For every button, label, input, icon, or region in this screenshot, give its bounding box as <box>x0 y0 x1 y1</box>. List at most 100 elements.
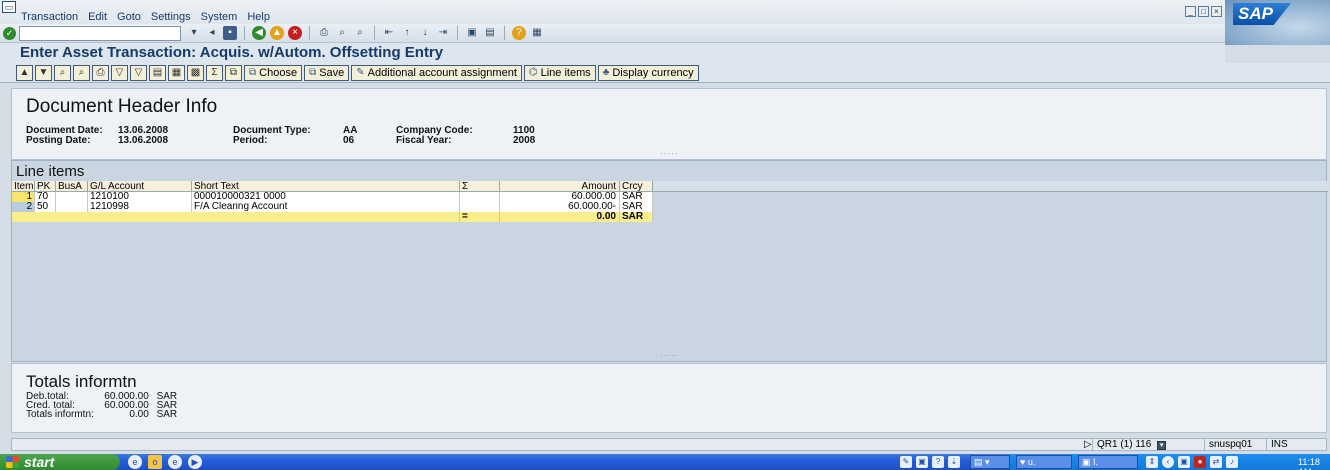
close-icon[interactable]: × <box>1211 6 1222 17</box>
tray-tool-icon[interactable]: ✎ <box>900 456 912 468</box>
ie-icon[interactable]: e <box>128 455 142 469</box>
tray-back-icon[interactable]: ‹ <box>1162 456 1174 468</box>
table-row[interactable]: 1 70 1210100 000010000321 0000 60.000.00… <box>12 192 653 202</box>
media-icon[interactable]: ▶ <box>188 455 202 469</box>
taskbar-task-sap[interactable]: ▤ ▾ <box>970 455 1010 469</box>
tray-clock: 11:18 AM <box>1298 457 1320 470</box>
crcy-cell: SAR <box>620 202 653 212</box>
col-sum-header[interactable]: Σ <box>460 181 500 192</box>
col-short-text-header[interactable]: Short Text <box>192 181 460 192</box>
task-2-icon: ▣ <box>1082 457 1091 467</box>
line-items-label: Line items <box>540 67 591 79</box>
filter-icon[interactable]: ▽ <box>111 65 128 81</box>
grid-settings-icon[interactable]: ▩ <box>187 65 204 81</box>
col-pk-header[interactable]: PK <box>35 181 56 192</box>
find-icon[interactable]: ⌕ <box>335 26 349 40</box>
col-amount-header[interactable]: Amount <box>500 181 620 192</box>
sum-icon[interactable]: Σ <box>206 65 223 81</box>
tray-pin-icon[interactable]: ⇣ <box>948 456 960 468</box>
minimize-icon[interactable]: _ <box>1185 6 1196 17</box>
total-label-cell <box>12 212 460 222</box>
taskbar-task-2[interactable]: ▣ I. <box>1078 455 1138 469</box>
details-icon[interactable]: ⌕ <box>54 65 71 81</box>
posting-date-value: 13.06.2008 <box>118 135 169 146</box>
tray-sap-icon[interactable]: ▣ <box>1178 456 1190 468</box>
tray-volume-icon[interactable]: ♪ <box>1226 456 1238 468</box>
tray-help-icon[interactable]: ? <box>932 456 944 468</box>
splitter-handle[interactable]: ····· <box>660 351 678 360</box>
posting-date-label: Posting Date: <box>26 135 91 146</box>
display-currency-button[interactable]: ♣ Display currency <box>597 65 699 81</box>
totals-title: Totals informtn <box>26 372 137 391</box>
col-crcy-header[interactable]: Crcy <box>620 181 653 192</box>
print-icon[interactable]: ⎙ <box>317 26 331 40</box>
command-dropdown-icon[interactable]: ▾ <box>187 26 201 40</box>
short-text-cell: 000010000321 0000 <box>192 192 460 202</box>
tray-network-icon[interactable]: ⇄ <box>1210 456 1222 468</box>
amount-cell: 60.000.00 <box>500 192 620 202</box>
history-icon[interactable]: ◂ <box>205 26 219 40</box>
status-bar: ▷ QR1 (1) 116 ▾ snuspq01 INS <box>11 438 1327 451</box>
command-field[interactable] <box>19 26 181 41</box>
layout-menu-icon[interactable]: ▦ <box>530 26 544 40</box>
scroll-down-icon[interactable]: ▼ <box>35 65 52 81</box>
start-label: start <box>24 454 55 470</box>
back-icon[interactable]: ◀ <box>252 26 266 40</box>
menu-goto[interactable]: Goto <box>112 11 146 23</box>
maximize-icon[interactable]: □ <box>1198 6 1209 17</box>
layout-icon[interactable]: ▦ <box>168 65 185 81</box>
system-menu-icon[interactable]: ▭ <box>2 1 16 13</box>
col-gl-account-header[interactable]: G/L Account <box>88 181 192 192</box>
line-items-button[interactable]: ⌬ Line items <box>523 65 596 81</box>
browser-icon[interactable]: e <box>168 455 182 469</box>
print-icon[interactable]: ⎙ <box>92 65 109 81</box>
cancel-icon[interactable]: × <box>288 26 302 40</box>
sum-cell <box>460 202 500 212</box>
item-cell[interactable]: 1 <box>12 192 35 202</box>
filter-set-icon[interactable]: ▽ <box>130 65 147 81</box>
page-title: Enter Asset Transaction: Acquis. w/Autom… <box>20 44 444 61</box>
additional-account-assignment-button[interactable]: ✎ Additional account assignment <box>351 65 522 81</box>
save-icon[interactable]: ▪ <box>223 26 237 40</box>
enter-icon[interactable]: ✓ <box>3 27 16 40</box>
next-page-icon[interactable]: ↓ <box>418 26 432 40</box>
tray-security-icon[interactable]: ● <box>1194 456 1206 468</box>
copy-icon[interactable]: ⧉ <box>225 65 242 81</box>
start-button[interactable]: start <box>0 454 120 470</box>
previous-page-icon[interactable]: ↑ <box>400 26 414 40</box>
menu-edit[interactable]: Edit <box>83 11 112 23</box>
exit-icon[interactable]: ▲ <box>270 26 284 40</box>
first-page-icon[interactable]: ⇤ <box>382 26 396 40</box>
tray-updown-icon[interactable]: ⇕ <box>1146 456 1158 468</box>
find-icon[interactable]: ⌕ <box>73 65 90 81</box>
export-icon[interactable]: ▤ <box>149 65 166 81</box>
new-session-icon[interactable]: ▣ <box>465 26 479 40</box>
status-mode[interactable]: INS <box>1266 439 1292 450</box>
status-dropdown-icon[interactable]: ▾ <box>1157 441 1167 450</box>
grid-header-filler <box>653 181 1328 192</box>
title-bar: Enter Asset Transaction: Acquis. w/Autom… <box>0 43 1225 63</box>
toolbar-separator <box>504 26 505 40</box>
menu-system[interactable]: System <box>196 11 243 23</box>
choose-button[interactable]: ⧉ Choose <box>244 65 303 81</box>
help-icon[interactable]: ? <box>512 26 526 40</box>
tray-window-icon[interactable]: ▣ <box>916 456 928 468</box>
last-page-icon[interactable]: ⇥ <box>436 26 450 40</box>
menu-help[interactable]: Help <box>242 11 275 23</box>
scroll-up-icon[interactable]: ▲ <box>16 65 33 81</box>
menu-transaction[interactable]: Transaction <box>16 11 83 23</box>
item-cell[interactable]: 2 <box>12 202 35 212</box>
menu-settings[interactable]: Settings <box>146 11 196 23</box>
col-busa-header[interactable]: BusA <box>56 181 88 192</box>
save-button[interactable]: ⧉ Save <box>304 65 350 81</box>
status-system[interactable]: QR1 (1) 116 ▾ <box>1092 439 1170 450</box>
find-next-icon[interactable]: ⌕ <box>353 26 367 40</box>
line-items-panel: Line items Item PK BusA G/L Account Shor… <box>11 160 1328 362</box>
shortcut-icon[interactable]: ▤ <box>483 26 497 40</box>
outlook-icon[interactable]: o <box>148 455 162 469</box>
table-row[interactable]: 2 50 1210998 F/A Clearing Account 60.000… <box>12 202 653 212</box>
splitter-handle[interactable]: ····· <box>660 149 678 158</box>
taskbar-task-1[interactable]: ♥ u. <box>1016 455 1072 469</box>
col-item-header[interactable]: Item <box>12 181 35 192</box>
save-label: Save <box>319 67 345 79</box>
